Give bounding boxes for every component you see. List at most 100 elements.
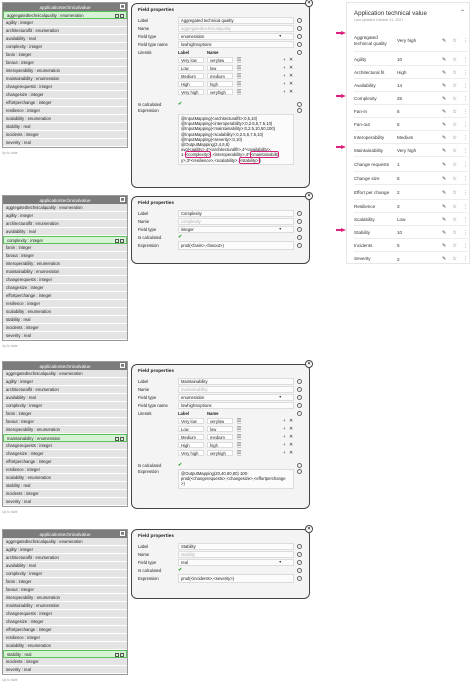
entity-row-aggregatedtechnicalquality[interactable]: aggregatedtechnicalquality : enumeration (3, 370, 127, 378)
entity-row-aggregatedtechnicalquality[interactable]: aggregatedtechnicalquality : enumeration (3, 11, 127, 19)
info-icon[interactable] (297, 410, 302, 416)
entity-row-interoperability[interactable]: interoperability : enumeration (3, 260, 127, 268)
entity-row-stability[interactable]: stability : real (3, 316, 127, 324)
info-icon[interactable] (297, 108, 302, 113)
edit-icon[interactable] (115, 238, 119, 243)
edit-icon[interactable]: ✎ (442, 57, 446, 63)
info-icon[interactable] (297, 25, 302, 31)
more-icon[interactable]: ⋮ (463, 135, 468, 141)
star-icon[interactable]: ☆ (452, 57, 456, 63)
expression-editor[interactable]: @InputMapping(<architecturalfit>;0,5,10)… (178, 114, 294, 165)
edit-icon[interactable]: ✎ (442, 176, 446, 182)
entity-row-changesize[interactable]: changesize : integer (3, 284, 127, 292)
entity-row-resilience[interactable]: resilience : integer (3, 300, 127, 308)
field-type-select[interactable]: integer (178, 225, 294, 233)
row-value[interactable]: 2 (395, 255, 442, 263)
entity-row-fanin[interactable]: fanin : integer (3, 51, 127, 59)
field-type-select[interactable]: real (178, 558, 294, 566)
expression-editor[interactable]: prod(<fanin>,<fanout>) (178, 241, 294, 251)
row-value[interactable]: 5 (395, 242, 442, 249)
edit-icon[interactable] (115, 436, 119, 441)
drag-handle-icon[interactable] (237, 56, 241, 64)
entity-row-agility[interactable]: agility : integer (3, 546, 127, 554)
row-value[interactable]: 3 (395, 203, 442, 210)
more-icon[interactable]: ⋮ (463, 109, 468, 115)
more-icon[interactable]: ⋮ (463, 256, 468, 262)
entity-header[interactable]: applicationtechnicalvalue – (3, 362, 127, 370)
literal-name-input[interactable]: veryhigh (207, 88, 233, 96)
literal-actions[interactable]: + ✕ (283, 58, 294, 63)
literal-actions[interactable]: + ✕ (283, 443, 294, 448)
label-input[interactable]: Complexity (178, 209, 294, 217)
drag-handle-icon[interactable] (237, 441, 241, 449)
info-icon[interactable] (297, 469, 302, 474)
edit-icon[interactable] (115, 13, 119, 18)
row-value[interactable]: Very high (395, 37, 442, 44)
entity-row-availability[interactable]: availability : real (3, 35, 127, 43)
delete-icon[interactable] (120, 436, 124, 441)
edit-icon[interactable]: ✎ (442, 243, 446, 249)
checkmark-icon[interactable]: ✔ (178, 101, 182, 107)
entity-row-interoperability[interactable]: interoperability : enumeration (3, 67, 127, 75)
info-icon[interactable] (297, 49, 302, 55)
entity-row-effortperchange[interactable]: effortperchange : integer (3, 626, 127, 634)
chevron-up-icon[interactable]: ⌃ (460, 9, 465, 16)
more-icon[interactable]: ⋮ (463, 83, 468, 89)
entity-row-architecturalfit[interactable]: architecturalfit : enumeration (3, 386, 127, 394)
entity-row-severity[interactable]: severity : real (3, 332, 127, 340)
entity-row-incidents[interactable]: incidents : integer (3, 658, 127, 666)
name-input[interactable]: aggregatedtechnicalquality (178, 24, 294, 32)
entity-row-resilience[interactable]: resilience : integer (3, 634, 127, 642)
edit-icon[interactable]: ✎ (442, 135, 446, 141)
literal-name-input[interactable]: medium (207, 433, 233, 441)
row-value[interactable]: 25 (395, 95, 442, 102)
collapse-icon[interactable]: – (120, 197, 125, 202)
entity-row-complexity[interactable]: complexity : integer (3, 43, 127, 51)
star-icon[interactable]: ☆ (452, 256, 456, 262)
entity-row-resilience[interactable]: resilience : integer (3, 466, 127, 474)
entity-row-effortperchange[interactable]: effortperchange : integer (3, 292, 127, 300)
checkmark-icon[interactable]: ✔ (178, 234, 182, 240)
info-icon[interactable] (297, 543, 302, 549)
info-icon[interactable] (297, 33, 302, 39)
literal-name-input[interactable]: medium (207, 72, 233, 80)
info-icon[interactable] (297, 402, 302, 408)
star-icon[interactable]: ☆ (452, 217, 456, 223)
entity-row-architecturalfit[interactable]: architecturalfit : enumeration (3, 27, 127, 35)
edit-icon[interactable]: ✎ (442, 230, 446, 236)
collapse-icon[interactable]: – (120, 531, 125, 536)
row-value[interactable]: Very high (395, 147, 442, 154)
entity-row-maintainability[interactable]: maintainability : enumeration (3, 602, 127, 610)
star-icon[interactable]: ☆ (452, 204, 456, 210)
entity-row-severity[interactable]: severity : real (3, 139, 127, 147)
entity-row-fanout[interactable]: fanout : integer (3, 586, 127, 594)
star-icon[interactable]: ☆ (452, 135, 456, 141)
field-type-name-input[interactable]: lowhighSoptions (178, 401, 294, 409)
checkmark-icon[interactable]: ✔ (178, 567, 182, 573)
literal-name-input[interactable]: low (207, 425, 233, 433)
entity-row-scalability[interactable]: scalability : enumeration (3, 308, 127, 316)
literal-actions[interactable]: + ✕ (283, 74, 294, 79)
literal-label-input[interactable]: Very low (178, 417, 204, 425)
row-value[interactable]: 5 (395, 175, 442, 182)
info-icon[interactable] (297, 378, 302, 384)
literal-label-input[interactable]: Very high (178, 88, 204, 96)
literal-actions[interactable]: + ✕ (283, 66, 294, 71)
entity-row-incidents[interactable]: incidents : integer (3, 324, 127, 332)
name-input[interactable]: stability (178, 550, 294, 558)
literal-name-input[interactable]: low (207, 64, 233, 72)
expression-editor[interactable]: @OutputMapping(20,40,60,80) 100- prod(<c… (178, 469, 294, 489)
entity-header[interactable]: applicationtechnicalvalue – (3, 3, 127, 11)
entity-row-fanin[interactable]: fanin : integer (3, 244, 127, 252)
entity-row-fanout[interactable]: fanout : integer (3, 252, 127, 260)
more-icon[interactable]: ⋮ (463, 190, 468, 196)
edit-icon[interactable]: ✎ (442, 122, 446, 128)
literal-label-input[interactable]: Very low (178, 56, 204, 64)
info-icon[interactable] (297, 17, 302, 23)
star-icon[interactable]: ☆ (452, 83, 456, 89)
drag-handle-icon[interactable] (237, 449, 241, 457)
row-value[interactable]: High (395, 69, 442, 76)
entity-row-changerequests[interactable]: changerequests : integer (3, 610, 127, 618)
entity-row-stability[interactable]: stability : real (3, 123, 127, 131)
collapse-icon[interactable]: – (120, 4, 125, 9)
